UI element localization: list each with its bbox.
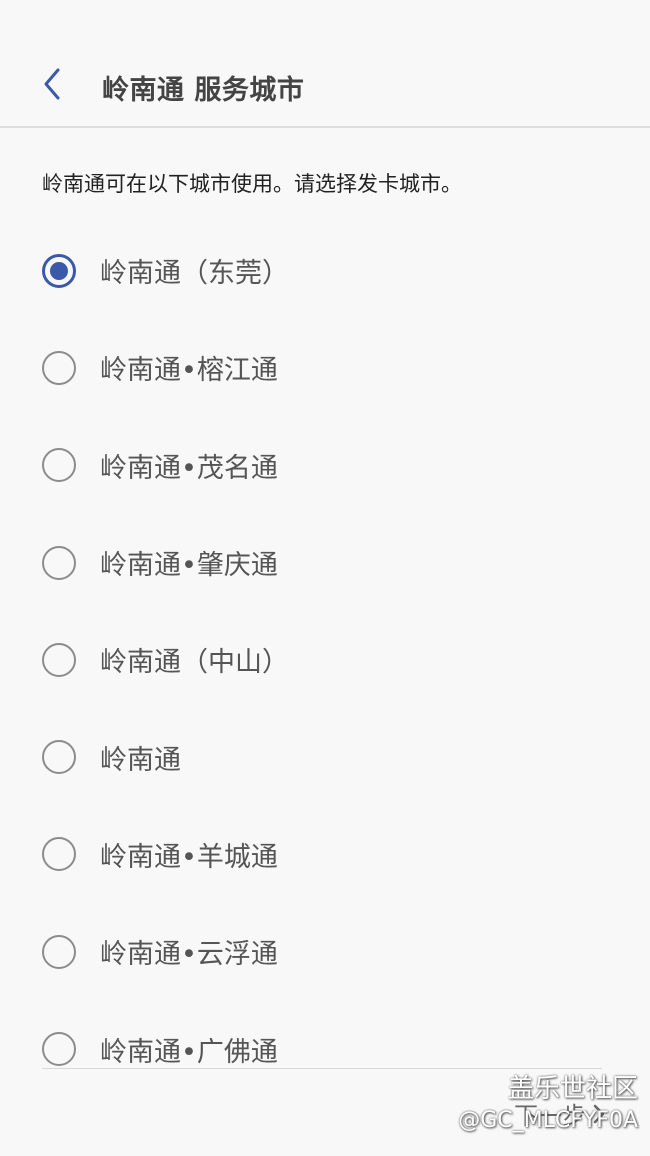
watermark-handle: @GC_MLCFYF0A bbox=[458, 1108, 638, 1133]
page-title: 岭南通 服务城市 bbox=[102, 75, 305, 106]
city-option[interactable]: 岭南通•茂名通 bbox=[0, 417, 650, 514]
city-option-label: 岭南通（东莞） bbox=[100, 258, 289, 290]
city-option[interactable]: 岭南通（东莞） bbox=[0, 222, 650, 319]
city-options-list: 岭南通（东莞） 岭南通•榕江通 岭南通•茂名通 岭南通•肇庆通 岭南通（中山） … bbox=[0, 222, 650, 1098]
city-option-label: 岭南通•羊城通 bbox=[100, 841, 278, 873]
radio-button[interactable] bbox=[42, 448, 76, 483]
city-option-label: 岭南通 bbox=[100, 744, 181, 776]
description-text: 岭南通可在以下城市使用。请选择发卡城市。 bbox=[42, 172, 462, 196]
city-option-label: 岭南通•云浮通 bbox=[100, 939, 278, 971]
city-option-label: 岭南通•茂名通 bbox=[100, 452, 278, 484]
city-option-label: 岭南通•肇庆通 bbox=[100, 550, 278, 582]
radio-button[interactable] bbox=[42, 642, 76, 677]
city-option[interactable]: 岭南通•羊城通 bbox=[0, 806, 650, 903]
city-option[interactable]: 岭南通•榕江通 bbox=[0, 319, 650, 416]
radio-button[interactable] bbox=[42, 350, 76, 385]
radio-button[interactable] bbox=[42, 837, 76, 872]
back-button[interactable] bbox=[30, 62, 74, 106]
radio-dot bbox=[50, 261, 68, 280]
watermark-text: 盖乐世社区 bbox=[507, 1074, 638, 1104]
radio-button[interactable] bbox=[42, 1032, 76, 1067]
radio-button[interactable] bbox=[42, 740, 76, 775]
city-option[interactable]: 岭南通（中山） bbox=[0, 611, 650, 708]
city-option[interactable]: 岭南通•肇庆通 bbox=[0, 514, 650, 611]
city-option[interactable]: 岭南通•云浮通 bbox=[0, 903, 650, 1000]
radio-button[interactable] bbox=[42, 934, 76, 969]
app-header: 岭南通 服务城市 bbox=[0, 0, 650, 128]
city-option-label: 岭南通•榕江通 bbox=[100, 355, 278, 387]
city-option[interactable]: 岭南通 bbox=[0, 708, 650, 805]
radio-button-selected[interactable] bbox=[42, 253, 76, 288]
radio-button[interactable] bbox=[42, 545, 76, 580]
city-option-label: 岭南通（中山） bbox=[100, 647, 289, 679]
back-arrow-icon bbox=[44, 68, 60, 100]
city-option-label: 岭南通•广佛通 bbox=[100, 1036, 278, 1068]
